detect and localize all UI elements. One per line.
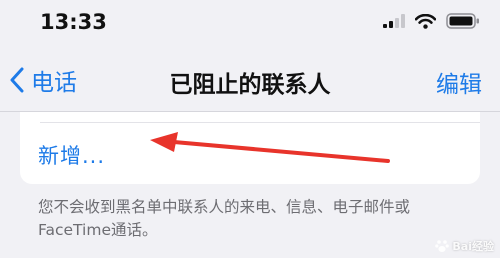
battery-icon (446, 13, 479, 29)
watermark: Bai经验 (435, 238, 494, 254)
footer-note: 您不会收到黑名单中联系人的来电、信息、电子邮件或FaceTime通话。 (38, 198, 411, 239)
cellular-signal-icon (383, 14, 405, 28)
watermark-text: Bai经验 (452, 240, 494, 253)
paw-logo-icon (435, 240, 450, 252)
wifi-icon (415, 13, 436, 29)
status-time: 13:33 (40, 10, 107, 34)
status-bar: 13:33 (0, 0, 500, 48)
page-title: 已阻止的联系人 (169, 72, 331, 98)
edit-button[interactable]: 编辑 (436, 65, 482, 99)
list-separator (40, 122, 480, 123)
add-new-button[interactable]: 新增... (38, 140, 105, 170)
status-icons (383, 13, 480, 29)
navigation-bar: 电话 已阻止的联系人 编辑 (0, 48, 500, 112)
annotation-arrow-icon (150, 132, 390, 163)
